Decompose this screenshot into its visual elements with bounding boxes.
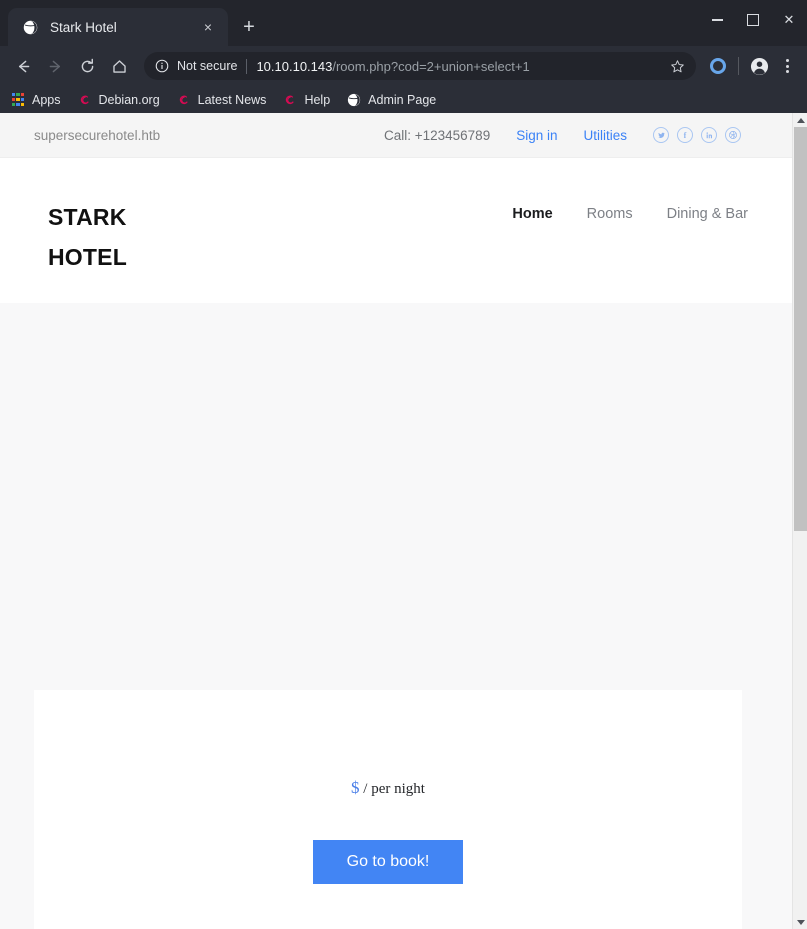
url-host: 10.10.10.143 — [256, 58, 333, 74]
nav-item-rooms[interactable]: Rooms — [587, 206, 633, 222]
forward-button[interactable] — [40, 51, 70, 81]
maximize-button[interactable] — [735, 0, 771, 40]
security-label: Not secure — [177, 59, 238, 73]
close-window-button[interactable]: ✕ — [771, 0, 807, 40]
apps-grid-icon — [10, 92, 26, 108]
browser-window: Stark Hotel × + ✕ Not secure 10.10.10.14… — [0, 0, 807, 929]
bookmark-help[interactable]: Help — [282, 92, 330, 108]
bookmarks-bar: Apps Debian.org Latest News Help Admin P… — [0, 86, 807, 113]
utilities-link[interactable]: Utilities — [583, 128, 627, 143]
bookmark-label: Latest News — [197, 92, 267, 107]
omnibox-divider — [246, 58, 248, 74]
book-button-wrapper: Go to book! — [34, 840, 742, 884]
browser-toolbar: Not secure 10.10.10.143/room.php?cod=2+u… — [0, 46, 807, 86]
home-button[interactable] — [104, 51, 134, 81]
info-circle-icon[interactable] — [154, 58, 170, 74]
tab-title: Stark Hotel — [50, 19, 117, 35]
bookmark-latest-news[interactable]: Latest News — [176, 92, 267, 108]
globe-icon — [346, 92, 362, 108]
brand-line-2: HOTEL — [48, 243, 127, 270]
site-top-bar: supersecurehotel.htb Call: +123456789 Si… — [0, 113, 792, 158]
facebook-icon[interactable]: f — [677, 127, 693, 143]
page-scrollbar[interactable] — [792, 113, 807, 929]
browser-menu-button[interactable] — [775, 52, 799, 80]
sign-in-link[interactable]: Sign in — [516, 128, 557, 143]
extension-icon[interactable] — [710, 58, 726, 74]
debian-swirl-icon — [176, 92, 192, 108]
page-viewport: supersecurehotel.htb Call: +123456789 Si… — [0, 113, 807, 929]
brand-line-1: STARK — [48, 204, 127, 230]
bookmark-label: Admin Page — [368, 92, 437, 107]
window-controls: ✕ — [699, 0, 807, 40]
site-brand[interactable]: STARK HOTEL — [48, 198, 127, 277]
linkedin-icon[interactable] — [701, 127, 717, 143]
page-content: supersecurehotel.htb Call: +123456789 Si… — [0, 113, 792, 929]
bookmark-admin-page[interactable]: Admin Page — [346, 92, 436, 108]
tab-stark-hotel[interactable]: Stark Hotel × — [8, 8, 228, 46]
hero-section — [0, 303, 792, 690]
bookmark-label: Apps — [32, 92, 61, 107]
twitter-icon[interactable] — [653, 127, 669, 143]
room-card: $ / per night Go to book! — [34, 690, 742, 929]
close-icon[interactable]: × — [198, 17, 218, 37]
nav-item-home[interactable]: Home — [512, 206, 552, 222]
site-domain-label: supersecurehotel.htb — [34, 127, 161, 143]
site-top-bar-right: Call: +123456789 Sign in Utilities f — [384, 127, 774, 143]
url-path: /room.php?cod=2+union+select+1 — [332, 58, 530, 74]
price-suffix: / per night — [363, 781, 425, 797]
scrollbar-thumb[interactable] — [794, 127, 807, 531]
minimize-button[interactable] — [699, 0, 735, 40]
reload-button[interactable] — [72, 51, 102, 81]
scroll-up-arrow-icon[interactable] — [793, 113, 807, 127]
scroll-down-arrow-icon[interactable] — [793, 915, 807, 929]
profile-avatar-icon[interactable] — [745, 52, 773, 80]
bookmark-debian-org[interactable]: Debian.org — [77, 92, 160, 108]
go-to-book-button[interactable]: Go to book! — [312, 840, 464, 884]
bookmark-apps[interactable]: Apps — [10, 92, 61, 108]
phone-label: Call: +123456789 — [383, 127, 491, 143]
price-amount: $ — [351, 778, 360, 797]
tab-strip: Stark Hotel × + ✕ — [0, 0, 807, 46]
bookmark-star-icon[interactable] — [664, 53, 690, 79]
debian-swirl-icon — [282, 92, 298, 108]
price-row: $ / per night — [34, 778, 742, 798]
toolbar-right-actions — [702, 52, 799, 80]
address-bar[interactable]: Not secure 10.10.10.143/room.php?cod=2+u… — [144, 52, 696, 80]
nav-item-dining-bar[interactable]: Dining & Bar — [667, 206, 748, 222]
bookmark-label: Help — [304, 92, 331, 107]
bookmark-label: Debian.org — [98, 92, 160, 107]
site-header: STARK HOTEL Home Rooms Dining & Bar — [0, 158, 792, 303]
main-navigation: Home Rooms Dining & Bar — [512, 198, 758, 222]
new-tab-button[interactable]: + — [234, 12, 264, 42]
toolbar-divider — [738, 57, 739, 75]
dribbble-icon[interactable] — [725, 127, 741, 143]
url-text: 10.10.10.143/room.php?cod=2+union+select… — [256, 59, 660, 74]
globe-icon — [22, 19, 39, 36]
social-icons: f — [653, 127, 741, 143]
back-button[interactable] — [8, 51, 38, 81]
debian-swirl-icon — [77, 92, 93, 108]
